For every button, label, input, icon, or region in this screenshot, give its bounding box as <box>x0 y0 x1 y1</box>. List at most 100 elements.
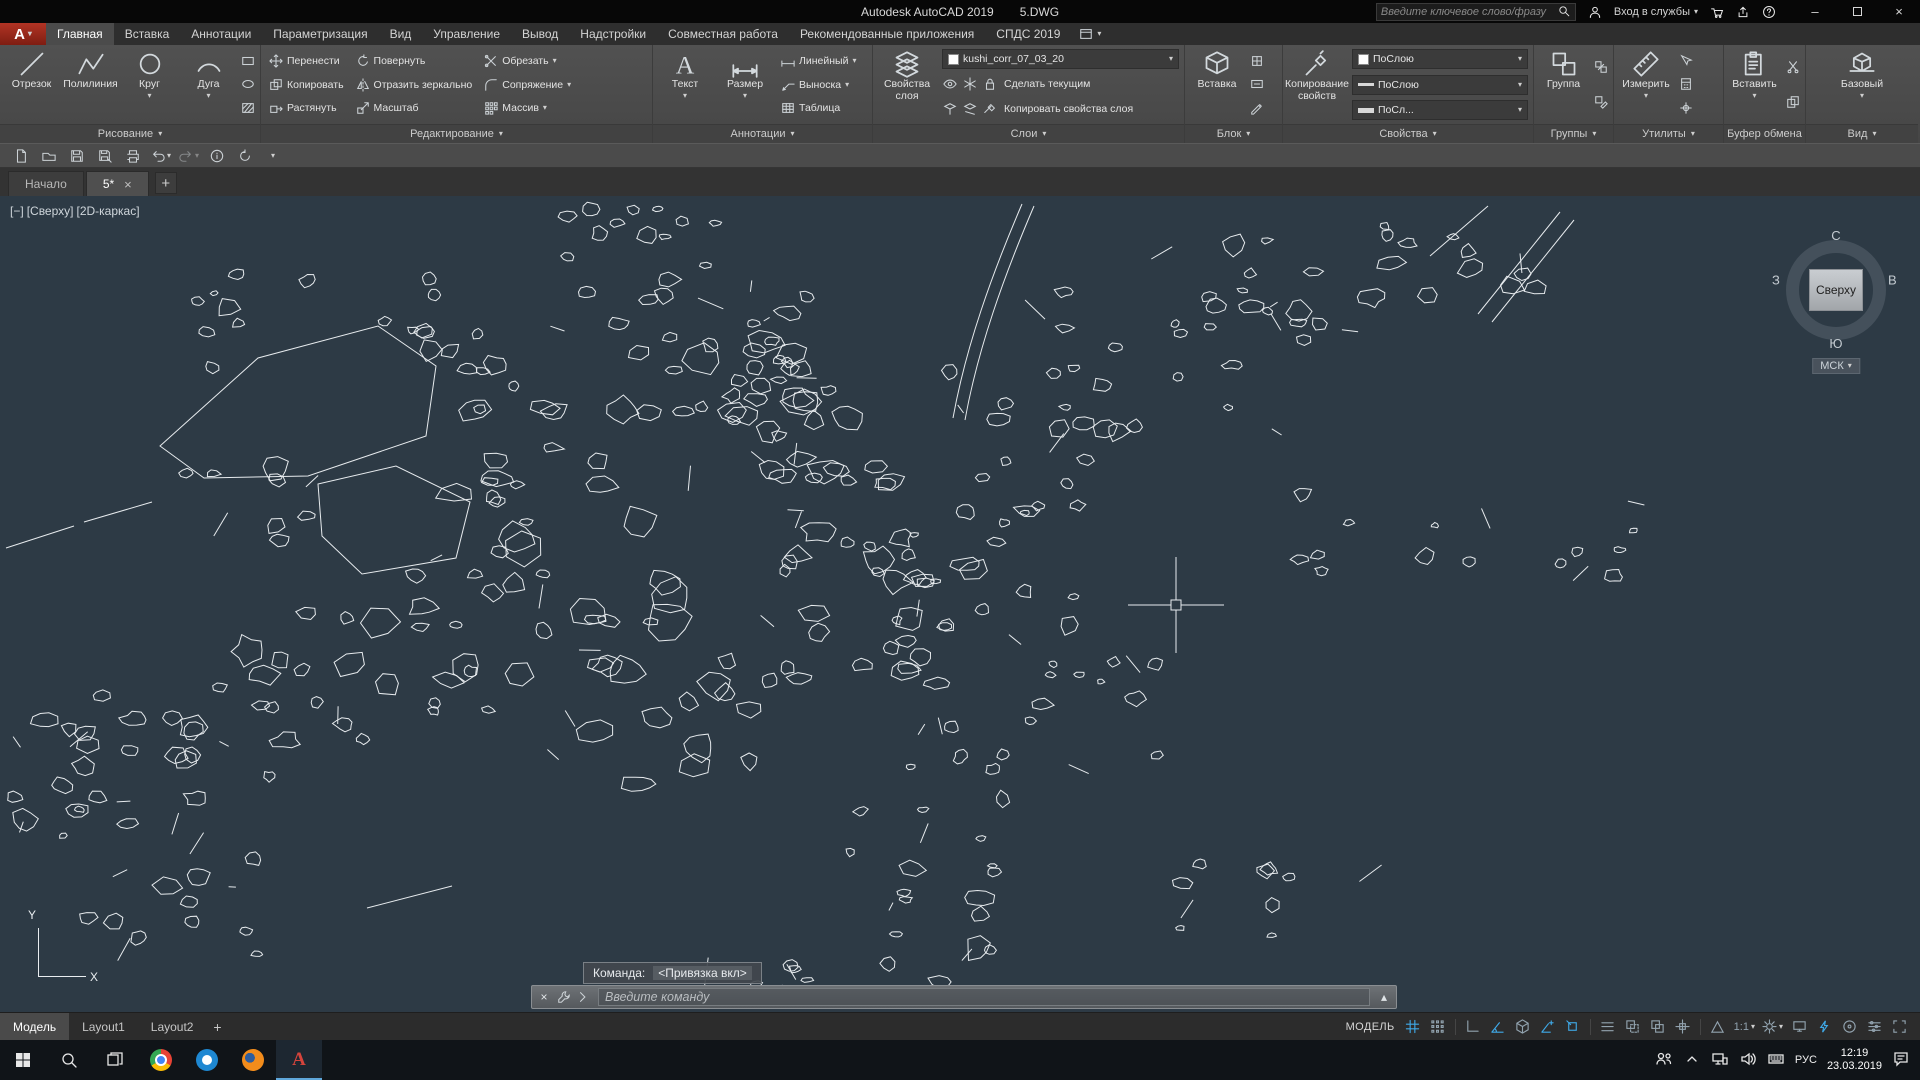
start-button[interactable] <box>0 1040 46 1080</box>
layout-tab-model[interactable]: Модель <box>0 1013 69 1041</box>
trim-button[interactable]: Обрезать▾ <box>481 50 574 72</box>
maximize-button[interactable] <box>1836 0 1878 23</box>
viewport-style-control[interactable]: [2D-каркас] <box>76 204 139 218</box>
scale-button[interactable]: Масштаб <box>353 97 476 119</box>
polyline-button[interactable]: Полилиния <box>62 47 119 122</box>
ribbon-tab-manage[interactable]: Управление <box>422 23 511 45</box>
layer-lock-icon[interactable] <box>982 77 998 91</box>
notification-center-button[interactable] <box>1892 1050 1910 1071</box>
panel-title-annotation[interactable]: Аннотации▾ <box>653 124 872 143</box>
plot-button[interactable] <box>120 145 146 166</box>
skype-icon[interactable] <box>184 1040 230 1080</box>
create-block-icon[interactable] <box>1249 54 1265 68</box>
ungroup-icon[interactable] <box>1593 60 1609 74</box>
application-menu-button[interactable]: A▾ <box>0 23 46 45</box>
new-file-button[interactable] <box>8 145 34 166</box>
circle-button[interactable]: Круг▾ <box>121 47 178 122</box>
panel-title-draw[interactable]: Рисование▾ <box>0 124 260 143</box>
annotation-monitor-toggle[interactable] <box>1788 1016 1810 1038</box>
match-properties-button[interactable]: Копирование свойств <box>1286 47 1348 122</box>
viewcube-east[interactable]: В <box>1888 273 1897 288</box>
fillet-button[interactable]: Сопряжение▾ <box>481 74 574 96</box>
ribbon-tab-insert[interactable]: Вставка <box>114 23 181 45</box>
ribbon-tab-output[interactable]: Вывод <box>511 23 569 45</box>
panel-title-block[interactable]: Блок▾ <box>1185 124 1282 143</box>
edit-attribute-icon[interactable] <box>1249 77 1265 91</box>
undo-button[interactable]: ▾ <box>148 145 174 166</box>
signin-button[interactable]: Вход в службы▾ <box>1614 6 1698 18</box>
cut-icon[interactable] <box>1785 60 1801 74</box>
command-customize-button[interactable] <box>554 987 574 1007</box>
tray-people-icon[interactable] <box>1655 1050 1673 1071</box>
array-button[interactable]: Массив▾ <box>481 97 574 119</box>
mirror-button[interactable]: Отразить зеркально <box>353 74 476 96</box>
graphics-performance-toggle[interactable] <box>1813 1016 1835 1038</box>
lineweight-dropdown[interactable]: ПоСл...▾ <box>1352 100 1528 120</box>
text-button[interactable]: AТекст▾ <box>656 47 714 122</box>
otrack-toggle[interactable] <box>1537 1016 1559 1038</box>
quick-calc-icon[interactable] <box>1678 77 1694 91</box>
customize-status-button[interactable] <box>1863 1016 1885 1038</box>
layout-tab-layout2[interactable]: Layout2 <box>138 1013 207 1041</box>
lineweight-toggle[interactable] <box>1597 1016 1619 1038</box>
rectangle-tool-button[interactable] <box>240 54 256 68</box>
polar-toggle[interactable] <box>1487 1016 1509 1038</box>
dim-linear-button[interactable]: Линейный▾ <box>778 50 860 72</box>
selection-cycling-toggle[interactable] <box>1647 1016 1669 1038</box>
share-icon[interactable] <box>1736 5 1750 19</box>
ellipse-tool-button[interactable] <box>240 77 256 91</box>
taskbar-search-button[interactable] <box>46 1040 92 1080</box>
tray-network-icon[interactable] <box>1711 1050 1729 1071</box>
panel-title-layers[interactable]: Слои▾ <box>873 124 1184 143</box>
block-editor-icon[interactable] <box>1249 101 1265 115</box>
save-button[interactable] <box>64 145 90 166</box>
snap-toggle[interactable] <box>1427 1016 1449 1038</box>
ribbon-tab-spds[interactable]: СПДС 2019 <box>985 23 1071 45</box>
make-current-button[interactable]: Сделать текущим <box>1002 73 1093 95</box>
panel-title-clipboard[interactable]: Буфер обмена <box>1724 124 1805 143</box>
clean-screen-button[interactable] <box>1888 1016 1910 1038</box>
autocad-taskbar-icon[interactable]: A <box>276 1040 322 1080</box>
ribbon-tab-featured-apps[interactable]: Рекомендованные приложения <box>789 23 985 45</box>
drawing-canvas[interactable] <box>0 196 1920 1012</box>
command-history-button[interactable]: ▴ <box>1374 987 1394 1007</box>
user-icon[interactable] <box>1588 5 1602 19</box>
layer-isolate-icon[interactable] <box>942 102 958 116</box>
close-tab-icon[interactable]: × <box>124 177 132 192</box>
help-search-box[interactable] <box>1376 3 1576 21</box>
ribbon-display-toggle[interactable]: ▾ <box>1071 23 1109 45</box>
paste-button[interactable]: Вставить▾ <box>1727 47 1782 122</box>
command-close-button[interactable]: × <box>534 987 554 1007</box>
search-icon[interactable] <box>1558 5 1571 18</box>
command-input[interactable] <box>598 988 1370 1006</box>
group-button[interactable]: Группа <box>1537 47 1590 122</box>
ribbon-tab-parametric[interactable]: Параметризация <box>262 23 378 45</box>
copy-button[interactable]: Копировать <box>266 74 347 96</box>
viewcube-top-face[interactable]: Сверху <box>1809 269 1863 311</box>
annotation-scale-control[interactable]: 1:1▾ <box>1732 1016 1757 1038</box>
id-point-icon[interactable] <box>1678 101 1694 115</box>
transparency-toggle[interactable] <box>1622 1016 1644 1038</box>
ortho-toggle[interactable] <box>1462 1016 1484 1038</box>
panel-title-modify[interactable]: Редактирование▾ <box>261 124 652 143</box>
base-view-button[interactable]: Базовый▾ <box>1833 47 1891 122</box>
grid-toggle[interactable] <box>1402 1016 1424 1038</box>
minimize-button[interactable]: – <box>1794 0 1836 23</box>
layer-properties-button[interactable]: Свойства слоя <box>876 47 938 122</box>
panel-title-properties[interactable]: Свойства▾ <box>1283 124 1533 143</box>
copy-clip-icon[interactable] <box>1785 95 1801 109</box>
help-icon[interactable] <box>1762 5 1776 19</box>
viewcube-south[interactable]: Ю <box>1829 336 1842 351</box>
ribbon-tab-home[interactable]: Главная <box>46 23 114 45</box>
refresh-button[interactable] <box>232 145 258 166</box>
tray-keyboard-icon[interactable] <box>1767 1050 1785 1071</box>
ribbon-tab-collaborate[interactable]: Совместная работа <box>657 23 789 45</box>
workspace-switcher[interactable]: ▾ <box>1760 1016 1785 1038</box>
dynamic-input-toggle[interactable] <box>1672 1016 1694 1038</box>
move-button[interactable]: Перенести <box>266 50 347 72</box>
quick-select-icon[interactable] <box>1678 54 1694 68</box>
dimension-button[interactable]: Размер▾ <box>716 47 774 122</box>
layer-dropdown[interactable]: kushi_corr_07_03_20▾ <box>942 49 1179 69</box>
layer-off-icon[interactable] <box>942 77 958 91</box>
color-dropdown[interactable]: ПоСлою▾ <box>1352 49 1528 69</box>
